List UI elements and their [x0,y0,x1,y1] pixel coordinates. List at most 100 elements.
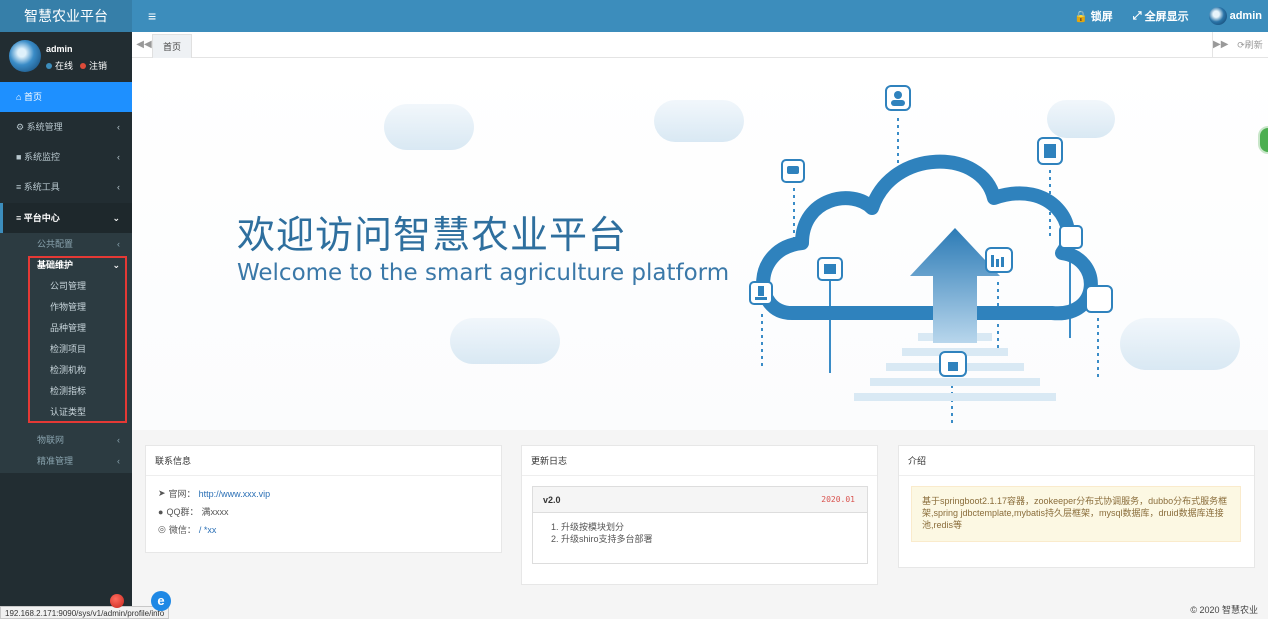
sidebar-item-test-index[interactable]: 检测指标 [0,381,132,401]
lock-screen-label: 锁屏 [1090,11,1113,23]
chevron-left-icon: ‹ [117,239,120,249]
sidebar-item-system-management[interactable]: ⚙ 系统管理 ‹ [0,112,132,142]
changelog-panel-title: 更新日志 [522,446,877,476]
website-link[interactable]: http://www.xxx.vip [199,489,271,499]
sidebar-item-label: 首页 [23,92,42,102]
floating-widget-icon[interactable] [1258,126,1268,154]
website-label: 官网： [168,489,196,499]
sidebar-item-system-tools[interactable]: ≡ 系统工具 ‹ [0,172,132,202]
online-dot-icon [46,62,52,69]
chevron-left-icon: ‹ [117,182,120,192]
sidebar-item-company[interactable]: 公司管理 [0,276,132,296]
app-logo[interactable]: 智慧农业平台 [0,0,132,32]
sidebar-item-platform-center[interactable]: ≡ 平台中心 ⌄ [0,203,132,233]
sidebar-item-label: 系统监控 [23,152,60,162]
sidebar-item-label: 平台中心 [23,213,60,223]
intro-panel-title: 介绍 [899,446,1254,476]
home-icon: ⌂ [16,92,22,102]
online-label: 在线 [55,61,74,71]
tab-home[interactable]: 首页 [152,34,193,58]
user-name: admin [46,44,73,54]
changelog-list: 升级按模块划分 升级shiro支持多台部署 [533,513,867,545]
changelog-panel: 更新日志 v2.0 2020.01 升级按模块划分 升级shiro支持多台部署 [521,445,878,585]
qq-value: 满xxxx [201,507,229,517]
fullscreen-button[interactable]: ⤢ 全屏显示 [1133,8,1189,24]
browser-e-icon[interactable]: e [151,591,171,611]
welcome-subtitle: Welcome to the smart agriculture platfor… [237,260,730,286]
sidebar-item-test-org[interactable]: 检测机构 [0,360,132,380]
sidebar: admin 在线 注销 ⌂ 首页 ⚙ 系统管理 ‹ ■ 系统监控 ‹ ≡ 系统工… [0,32,132,619]
changelog-date: 2020.01 [821,495,855,504]
list-item: 升级shiro支持多台部署 [561,533,867,545]
sidebar-item-home[interactable]: ⌂ 首页 [0,82,132,112]
sidebar-item-label: 公共配置 [37,239,74,249]
tab-scroll-right-button[interactable]: ▶▶ [1212,32,1228,58]
sidebar-item-variety[interactable]: 品种管理 [0,318,132,338]
cloud-decoration [1120,318,1240,370]
sidebar-item-label: 物联网 [37,435,65,445]
refresh-icon: ⟳ [1237,40,1245,50]
cloud-upload-illustration [749,85,1113,423]
chevron-left-icon: ‹ [117,435,120,445]
welcome-banner: 欢迎访问智慧农业平台 Welcome to the smart agricult… [132,58,1268,430]
sidebar-item-precision[interactable]: 精准管理 ‹ [0,451,132,471]
logout-link[interactable]: 注销 [89,59,107,72]
user-avatar [9,40,41,72]
list-icon: ≡ [16,213,22,223]
sidebar-item-cert-type[interactable]: 认证类型 [0,402,132,422]
chevron-left-icon: ‹ [117,456,120,466]
wechat-value[interactable]: / *xx [199,525,217,535]
refresh-label: 刷新 [1244,40,1263,50]
avatar [1208,7,1227,25]
chevron-down-icon: ⌄ [112,260,120,270]
user-menu-label: admin [1229,10,1262,22]
cloud-decoration [384,104,474,150]
changelog-entry-header: v2.0 2020.01 [533,487,867,513]
list-icon: ≡ [16,182,22,192]
sidebar-item-label: 系统工具 [23,182,60,192]
cloud-decoration [450,318,560,364]
sidebar-item-label: 基础维护 [37,260,74,270]
chevron-left-icon: ‹ [117,152,120,162]
tabs-bar: ◀◀ 首页 ▶▶ ⟳刷新 [132,32,1268,58]
intro-text: 基于springboot2.1.17容器，zookeeper分布式协调服务，du… [911,486,1241,542]
sidebar-toggle-button[interactable]: ≡ [148,0,156,32]
changelog-entry: v2.0 2020.01 升级按模块划分 升级shiro支持多台部署 [532,486,868,564]
refresh-button[interactable]: ⟳刷新 [1232,32,1268,58]
contact-website: ➤ 官网： http://www.xxx.vip [158,487,270,500]
contact-panel-title: 联系信息 [146,446,501,476]
sidebar-item-label: 精准管理 [37,456,74,466]
cloud-decoration [654,100,744,142]
sidebar-item-public-config[interactable]: 公共配置 ‹ [0,234,132,254]
lock-screen-button[interactable]: 🔒 锁屏 [1074,8,1113,24]
top-right-actions: 🔒 锁屏 ⤢ 全屏显示 admin [1074,0,1262,32]
qq-icon: ● [158,506,164,517]
changelog-version: v2.0 [543,495,561,505]
logout-icon [80,62,87,69]
sidebar-item-test-item[interactable]: 检测项目 [0,339,132,359]
intro-panel: 介绍 基于springboot2.1.17容器，zookeeper分布式协调服务… [898,445,1255,568]
contact-wechat: ◎ 微信： / *xx [158,523,216,536]
top-navbar: 智慧农业平台 ≡ 🔒 锁屏 ⤢ 全屏显示 admin [0,0,1268,32]
sidebar-item-crop[interactable]: 作物管理 [0,297,132,317]
sidebar-item-system-monitor[interactable]: ■ 系统监控 ‹ [0,142,132,172]
wechat-label: 微信： [168,525,196,535]
sidebar-item-iot[interactable]: 物联网 ‹ [0,430,132,450]
user-status: 在线 注销 [46,59,107,72]
qq-label: QQ群： [166,507,199,517]
contact-panel: 联系信息 ➤ 官网： http://www.xxx.vip ● QQ群： 满xx… [145,445,502,553]
footer-copyright: © 2020 智慧农业 [1190,605,1258,615]
sidebar-item-label: 系统管理 [26,122,63,132]
tab-scroll-left-button[interactable]: ◀◀ [136,32,152,58]
chevron-down-icon: ⌄ [112,213,120,223]
list-item: 升级按模块划分 [561,521,867,533]
fullscreen-label: 全屏显示 [1144,11,1189,23]
welcome-title: 欢迎访问智慧农业平台 [237,213,628,257]
user-menu-button[interactable]: admin [1208,7,1262,25]
browser-status-url: 192.168.2.171:9090/sys/v1/admin/profile/… [0,606,170,619]
user-panel: admin 在线 注销 [0,32,132,82]
apple-icon[interactable] [110,594,124,608]
gear-icon: ⚙ [16,122,25,132]
sidebar-item-basic-maintenance[interactable]: 基础维护 ⌄ [0,255,132,275]
fullscreen-icon: ⤢ [1132,9,1142,22]
